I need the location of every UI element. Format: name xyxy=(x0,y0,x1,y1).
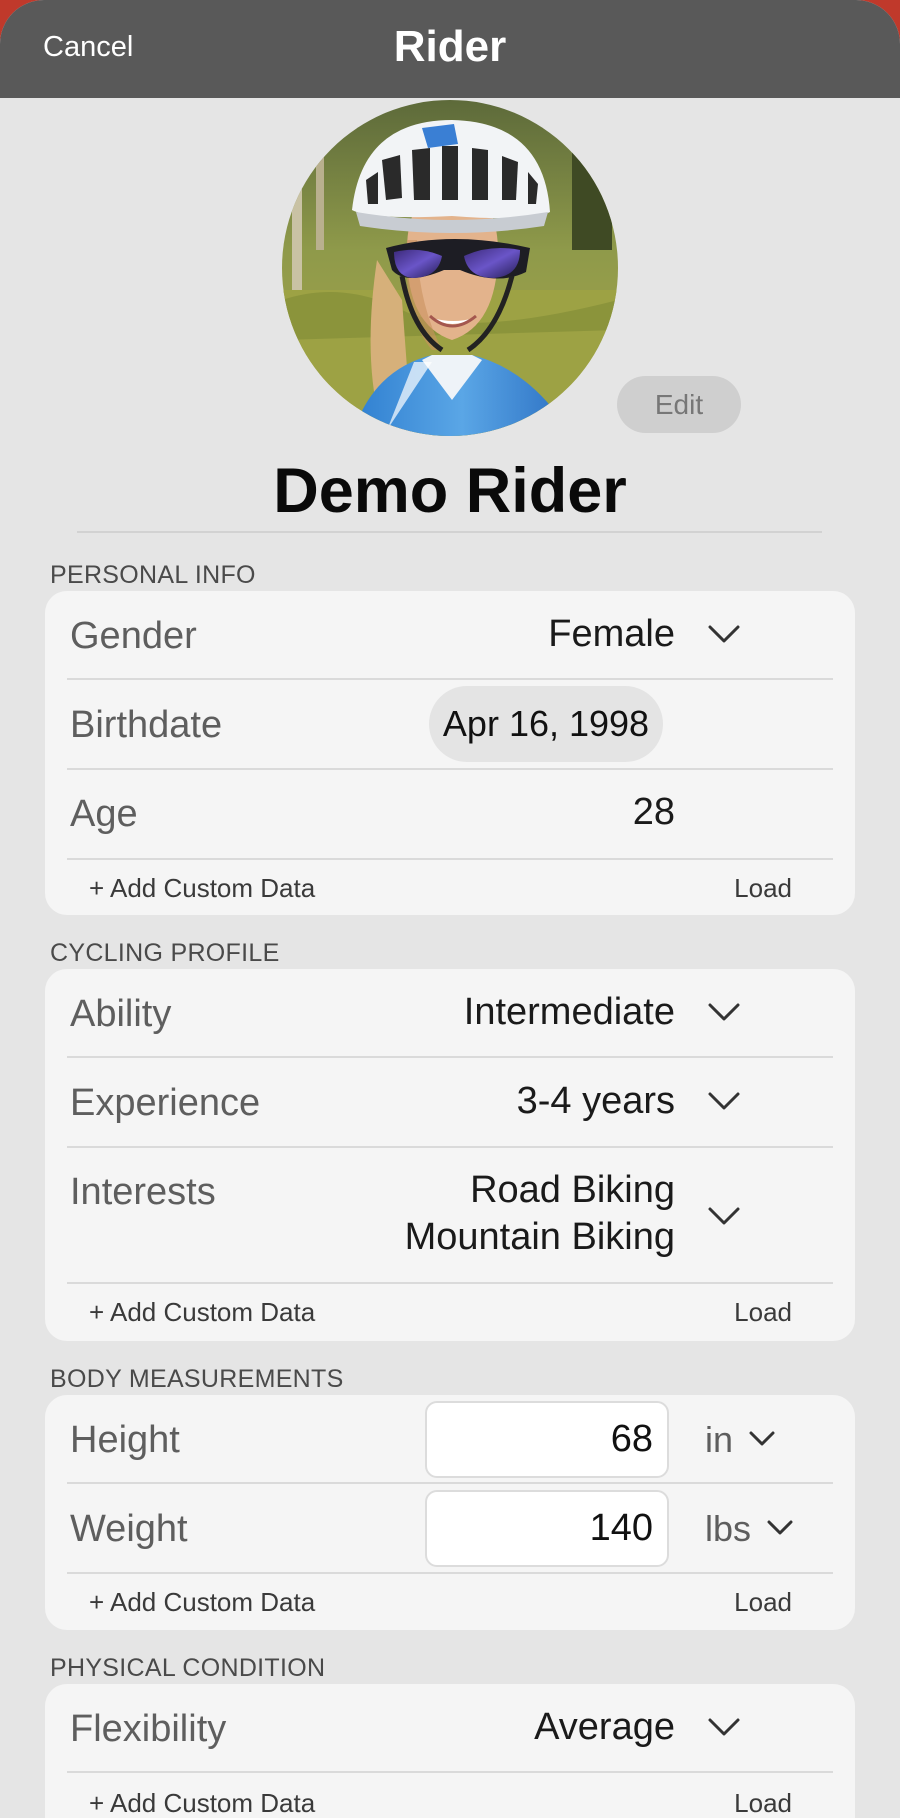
chevron-down-icon[interactable] xyxy=(707,1717,741,1737)
gender-label: Gender xyxy=(70,615,197,657)
physical-condition-card: Flexibility Average + Add Custom Data Lo… xyxy=(45,1684,855,1818)
name-underline xyxy=(77,531,822,533)
divider xyxy=(67,768,833,770)
chevron-down-icon[interactable] xyxy=(707,1091,741,1111)
divider xyxy=(67,1146,833,1148)
height-unit-select[interactable]: in xyxy=(705,1419,733,1461)
cycling-profile-card: Ability Intermediate Experience 3-4 year… xyxy=(45,969,855,1341)
rider-name[interactable]: Demo Rider xyxy=(0,455,900,527)
section-header-personal-info: PERSONAL INFO xyxy=(50,561,256,589)
ability-label: Ability xyxy=(70,993,172,1035)
divider xyxy=(67,1282,833,1284)
body-measurements-card: Height 68 in Weight 140 lbs + Add Custom… xyxy=(45,1395,855,1630)
ability-value[interactable]: Intermediate xyxy=(464,991,675,1034)
section-header-cycling-profile: CYCLING PROFILE xyxy=(50,939,280,967)
interests-value-road[interactable]: Road Biking xyxy=(470,1169,675,1212)
chevron-down-icon[interactable] xyxy=(707,624,741,644)
chevron-down-icon[interactable] xyxy=(707,1002,741,1022)
edit-photo-button[interactable]: Edit xyxy=(617,376,741,433)
add-custom-data-button[interactable]: + Add Custom Data xyxy=(89,1788,315,1818)
divider xyxy=(67,1056,833,1058)
add-custom-data-button[interactable]: + Add Custom Data xyxy=(89,1587,315,1618)
divider xyxy=(67,1482,833,1484)
gender-value[interactable]: Female xyxy=(548,613,675,656)
load-button[interactable]: Load xyxy=(734,1297,792,1328)
experience-value[interactable]: 3-4 years xyxy=(517,1080,675,1123)
weight-label: Weight xyxy=(70,1508,188,1550)
age-label: Age xyxy=(70,793,138,835)
section-header-physical-condition: PHYSICAL CONDITION xyxy=(50,1654,326,1682)
chevron-down-icon[interactable] xyxy=(749,1431,775,1447)
age-value: 28 xyxy=(632,791,675,833)
height-label: Height xyxy=(70,1419,180,1461)
divider xyxy=(67,1572,833,1574)
section-header-body-measurements: BODY MEASUREMENTS xyxy=(50,1365,344,1393)
personal-info-card: Gender Female Birthdate Apr 16, 1998 Age… xyxy=(45,591,855,915)
height-input[interactable]: 68 xyxy=(425,1401,669,1478)
flexibility-label: Flexibility xyxy=(70,1708,227,1750)
divider xyxy=(67,858,833,860)
interests-value-mountain[interactable]: Mountain Biking xyxy=(405,1216,675,1259)
weight-unit-select[interactable]: lbs xyxy=(705,1508,751,1550)
experience-label: Experience xyxy=(70,1082,261,1124)
rider-sheet: Cancel Rider Edit Demo Rider PERSONAL IN… xyxy=(0,0,900,1818)
divider xyxy=(67,1771,833,1773)
chevron-down-icon[interactable] xyxy=(707,1206,741,1226)
chevron-down-icon[interactable] xyxy=(767,1520,793,1536)
load-button[interactable]: Load xyxy=(734,1788,792,1818)
add-custom-data-button[interactable]: + Add Custom Data xyxy=(89,1297,315,1328)
birthdate-label: Birthdate xyxy=(70,704,223,746)
rider-avatar-photo xyxy=(282,100,618,436)
load-button[interactable]: Load xyxy=(734,1587,792,1618)
divider xyxy=(67,678,833,680)
birthdate-picker[interactable]: Apr 16, 1998 xyxy=(429,686,663,762)
load-button[interactable]: Load xyxy=(734,873,792,904)
flexibility-value[interactable]: Average xyxy=(534,1706,675,1749)
page-title: Rider xyxy=(393,22,507,71)
weight-input[interactable]: 140 xyxy=(425,1490,669,1567)
navigation-bar: Cancel Rider xyxy=(0,0,900,98)
interests-label: Interests xyxy=(70,1171,216,1213)
add-custom-data-button[interactable]: + Add Custom Data xyxy=(89,873,315,904)
